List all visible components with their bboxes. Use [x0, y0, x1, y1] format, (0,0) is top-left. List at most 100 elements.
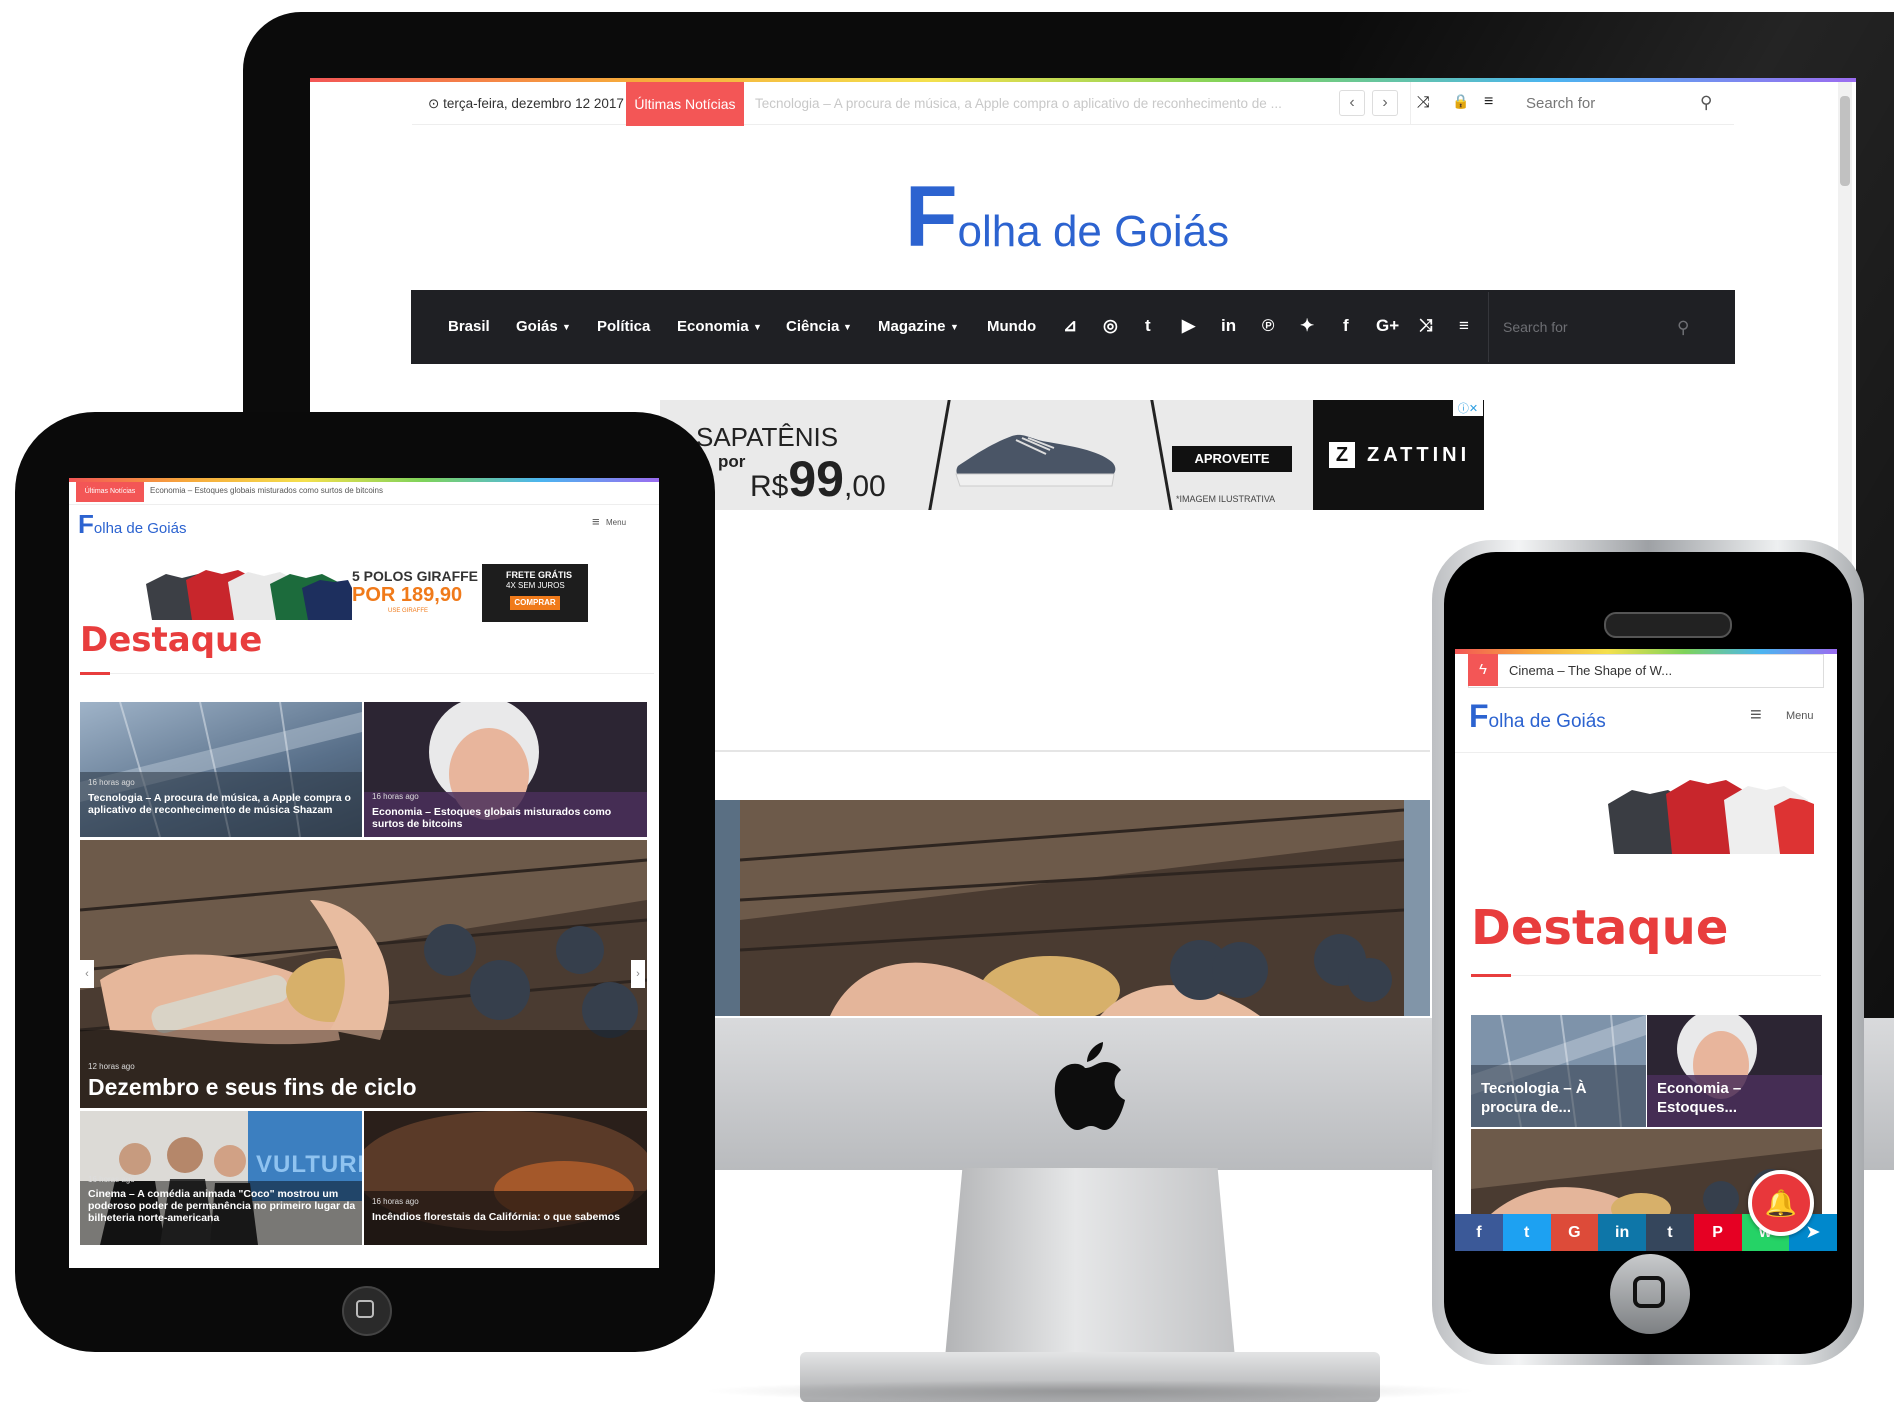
tablet-ticker[interactable]: Economia – Estoques globais misturados c…	[150, 486, 383, 495]
tablet-hero-card[interactable]: ‹ › 12 horas ago Dezembro e seus fins de…	[80, 840, 647, 1108]
tablet-menu-icon[interactable]: ≡	[592, 514, 600, 529]
floor-shadow	[700, 1380, 1480, 1402]
slider-prev-image	[714, 800, 740, 1016]
site-logo[interactable]: Folha de Goiás	[905, 168, 1229, 265]
phone-menu-icon[interactable]: ≡	[1750, 704, 1762, 727]
tablet-card[interactable]: 16 horas ago Economia – Estoques globais…	[364, 702, 647, 837]
home-square-icon	[356, 1300, 374, 1318]
tumblr-icon[interactable]: t	[1145, 316, 1151, 336]
google-plus-icon[interactable]: G+	[1376, 316, 1399, 336]
title-line	[110, 673, 654, 674]
search-icon[interactable]: ⚲	[1700, 93, 1712, 113]
card-title[interactable]: Economia – Estoques...	[1657, 1079, 1797, 1117]
card-time: 16 horas ago	[372, 1197, 419, 1206]
facebook-icon[interactable]: f	[1343, 316, 1349, 336]
home-square-icon	[1633, 1276, 1665, 1308]
title-underline	[1471, 974, 1511, 977]
phone-card[interactable]: Economia – Estoques...	[1647, 1015, 1822, 1127]
ad-brand-panel[interactable]: Z ZATTINI ⓘ✕	[1313, 400, 1484, 510]
pinterest-icon[interactable]: ℗	[1262, 316, 1275, 336]
tablet-card[interactable]: 16 horas ago Incêndios florestais da Cal…	[364, 1111, 647, 1245]
slider-next-image	[1404, 800, 1430, 1016]
nav-item-goias[interactable]: Goiás	[516, 318, 558, 335]
tablet-logo[interactable]: Folha de Goiás	[78, 509, 186, 540]
twitter-icon[interactable]: ✦	[1300, 316, 1314, 336]
share-button[interactable]: f	[1455, 1214, 1503, 1251]
card-title[interactable]: Tecnologia – A procura de música, a Appl…	[88, 792, 356, 816]
share-button[interactable]: P	[1693, 1214, 1742, 1251]
tablet-ad-juros: 4X SEM JUROS	[506, 581, 565, 590]
sneaker-image	[955, 434, 1116, 487]
chevron-down-icon[interactable]: ▼	[753, 322, 762, 332]
nav-item-politica[interactable]: Política	[597, 318, 650, 335]
instagram-icon[interactable]: ◎	[1103, 316, 1118, 336]
ad-choices-icon[interactable]: ⓘ✕	[1453, 400, 1483, 416]
slider-prev-button[interactable]: ‹	[80, 960, 94, 988]
tablet-ad-right-panel: FRETE GRÁTIS 4X SEM JUROS COMPRAR	[482, 564, 588, 622]
youtube-icon[interactable]: ▶	[1182, 316, 1195, 336]
tablet-ad-cta-button[interactable]: COMPRAR	[510, 596, 560, 610]
date-display: ⊙ terça-feira, dezembro 12 2017	[428, 96, 624, 111]
ad-disclaimer: *IMAGEM ILUSTRATIVA	[1176, 494, 1276, 504]
notification-bell-button[interactable]: 🔔	[1748, 1170, 1814, 1236]
card-title[interactable]: Cinema – A comédia animada "Coco" mostro…	[88, 1188, 356, 1224]
nav-item-economia[interactable]: Economia	[677, 318, 749, 335]
tablet-ad-brand: USE GIRAFFE	[388, 608, 429, 614]
card-time: 12 horas ago	[88, 1062, 135, 1071]
rss-icon[interactable]: ⊿	[1063, 316, 1077, 336]
hero-image	[80, 840, 647, 1108]
search-icon[interactable]: ⚲	[1677, 318, 1689, 338]
news-ticker[interactable]: Tecnologia – A procura de música, a Appl…	[755, 96, 1325, 111]
chevron-down-icon[interactable]: ▼	[562, 322, 571, 332]
tablet-section-title: Destaque	[80, 620, 263, 660]
card-time: 16 horas ago	[88, 1175, 135, 1184]
logo-initial: F	[905, 169, 958, 265]
ad-cta-button[interactable]: APROVEITE	[1172, 446, 1292, 472]
title-underline	[80, 672, 110, 675]
phone-ticker[interactable]: Cinema – The Shape of W...	[1509, 663, 1672, 678]
linkedin-icon[interactable]: in	[1221, 316, 1236, 336]
bolt-icon: ϟ	[1468, 654, 1498, 686]
nav-item-ciencia[interactable]: Ciência	[786, 318, 839, 335]
ticker-next-button[interactable]: ›	[1372, 90, 1398, 116]
phone-menu-label[interactable]: Menu	[1786, 710, 1814, 722]
tablet-ad-banner[interactable]: 5 POLOS GIRAFFE POR 189,90 USE GIRAFFE F…	[142, 564, 588, 622]
random-icon[interactable]: ⤨	[1419, 316, 1433, 336]
card-time: 16 horas ago	[372, 792, 419, 801]
share-button[interactable]: t	[1646, 1214, 1694, 1251]
share-button[interactable]: in	[1598, 1214, 1646, 1251]
nav-item-magazine[interactable]: Magazine	[878, 318, 946, 335]
scrollbar-thumb[interactable]	[1840, 96, 1850, 186]
phone-ad-polo-image[interactable]	[1604, 770, 1814, 854]
hero-title[interactable]: Dezembro e seus fins de ciclo	[88, 1074, 417, 1101]
slider-next-button[interactable]: ›	[631, 960, 645, 988]
tablet-breaking-label: Últimas Notícias	[76, 482, 144, 502]
ticker-prev-button[interactable]: ‹	[1339, 90, 1365, 116]
top-search-input[interactable]: Search for	[1526, 95, 1595, 112]
hero-image[interactable]	[740, 800, 1404, 1016]
phone-card[interactable]: Tecnologia – À procura de...	[1471, 1015, 1646, 1127]
tablet-ad-line2: POR 189,90	[352, 584, 463, 606]
card-time: 16 horas ago	[88, 778, 135, 787]
ad-por: por	[718, 452, 746, 471]
card-title[interactable]: Incêndios florestais da Califórnia: o qu…	[372, 1211, 641, 1223]
tablet-card[interactable]: VULTURE 16 horas ago Cinema – A comédia …	[80, 1111, 362, 1245]
phone-logo[interactable]: Folha de Goiás	[1469, 698, 1606, 735]
tablet-ad-frete: FRETE GRÁTIS	[506, 570, 573, 580]
nav-search-input[interactable]: Search for	[1503, 319, 1568, 335]
menu-icon[interactable]: ≡	[1459, 316, 1469, 336]
tablet-menu-label[interactable]: Menu	[606, 518, 626, 527]
chevron-down-icon[interactable]: ▼	[843, 322, 852, 332]
wildfire-image	[364, 1111, 647, 1245]
imac-stand	[945, 1168, 1235, 1358]
share-button[interactable]: G	[1550, 1214, 1599, 1251]
tablet-card[interactable]: 16 horas ago Tecnologia – A procura de m…	[80, 702, 362, 837]
chevron-down-icon[interactable]: ▼	[950, 322, 959, 332]
card-title[interactable]: Economia – Estoques globais misturados c…	[372, 806, 641, 830]
card-title[interactable]: Tecnologia – À procura de...	[1481, 1079, 1621, 1117]
share-button[interactable]: t	[1502, 1214, 1551, 1251]
nav-item-mundo[interactable]: Mundo	[987, 318, 1036, 335]
breaking-news-label: Últimas Notícias	[626, 82, 744, 126]
nav-item-brasil[interactable]: Brasil	[448, 318, 490, 335]
header-divider	[1455, 752, 1837, 753]
